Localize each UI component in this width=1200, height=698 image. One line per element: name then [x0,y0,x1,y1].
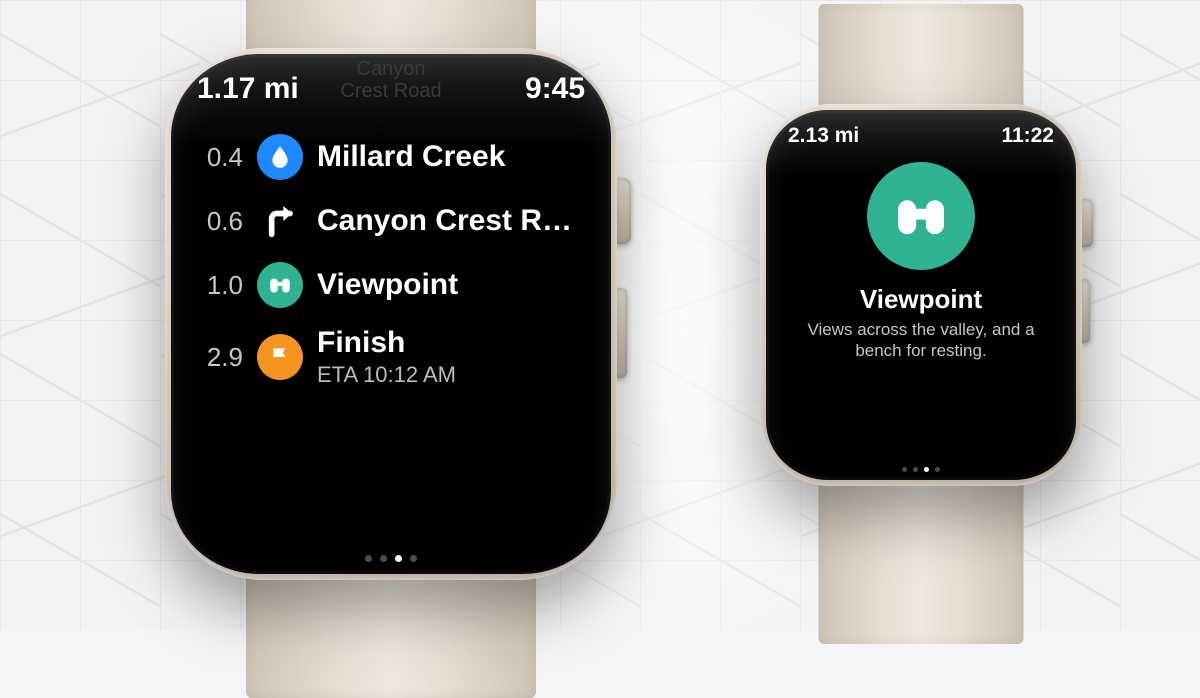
list-item[interactable]: 2.9 Finish ETA 10:12 AM [197,326,585,388]
status-time: 11:22 [1001,124,1054,148]
direction-list[interactable]: 0.4 Millard Creek 0.6 Canyon Crest R… [197,134,585,549]
watch-right: 2.13 mi 11:22 Viewpoint Views across the… [760,104,1082,486]
binoculars-icon [867,162,975,270]
watch-band-bottom [819,464,1024,644]
page-dot[interactable] [935,467,940,472]
step-label: Canyon Crest R… [317,204,585,238]
page-dot[interactable] [380,555,387,562]
binoculars-icon [257,262,303,308]
flag-icon [257,334,303,380]
screen-left[interactable]: Canyon Crest Road 1.17 mi 9:45 0.4 Milla… [171,54,611,574]
waypoint-description: Views across the valley, and a bench for… [794,319,1048,361]
list-item[interactable]: 0.4 Millard Creek [197,134,585,180]
page-dot-active[interactable] [395,555,402,562]
list-item[interactable]: 0.6 Canyon Crest R… [197,198,585,244]
step-sublabel: ETA 10:12 AM [317,362,585,388]
turn-right-icon [257,198,303,244]
status-bar: 1.17 mi 9:45 [197,72,585,106]
list-item[interactable]: 1.0 Viewpoint [197,262,585,308]
step-label: Finish [317,326,585,360]
water-icon [257,134,303,180]
page-dots[interactable] [197,549,585,564]
page-dot[interactable] [913,467,918,472]
page-dot[interactable] [365,555,372,562]
page-dot[interactable] [410,555,417,562]
step-distance: 0.6 [197,206,243,237]
status-bar: 2.13 mi 11:22 [788,124,1054,148]
step-distance: 2.9 [197,342,243,373]
step-label: Millard Creek [317,140,585,174]
page-dot[interactable] [902,467,907,472]
waypoint-title: Viewpoint [788,284,1054,315]
watch-case: 2.13 mi 11:22 Viewpoint Views across the… [760,104,1082,486]
watch-left: Canyon Crest Road 1.17 mi 9:45 0.4 Milla… [165,48,617,580]
screen-right[interactable]: 2.13 mi 11:22 Viewpoint Views across the… [766,110,1076,480]
step-distance: 0.4 [197,142,243,173]
status-distance: 1.17 mi [197,72,299,106]
page-dot-active[interactable] [924,467,929,472]
watch-case: Canyon Crest Road 1.17 mi 9:45 0.4 Milla… [165,48,617,580]
step-label: Viewpoint [317,268,585,302]
status-distance: 2.13 mi [788,124,859,148]
page-dots[interactable] [788,463,1054,474]
status-time: 9:45 [525,72,585,106]
step-distance: 1.0 [197,270,243,301]
